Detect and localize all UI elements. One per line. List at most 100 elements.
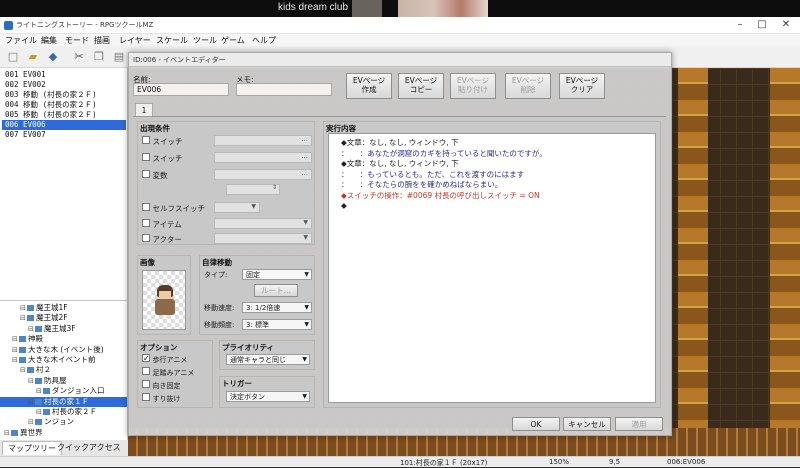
expand-icon[interactable]: ⊟	[36, 386, 43, 396]
save-project-icon[interactable]: ◆	[46, 50, 60, 64]
priority-select[interactable]: 通常キャラと同じ ▼	[226, 354, 310, 365]
ok-button[interactable]: OK	[512, 417, 560, 431]
command-list[interactable]: ◆文章：なし, なし, ウィンドウ, 下： ：あなたが洞窟のカギを持っていると聞…	[328, 133, 656, 403]
ev-page-copy-button[interactable]: EVページ コピー	[398, 73, 444, 99]
new-project-icon[interactable]: □	[6, 50, 20, 64]
menu-game[interactable]: ゲーム	[221, 35, 245, 46]
map-tree-item[interactable]: ⊟ 魔王城3F	[0, 324, 127, 334]
event-list-item[interactable]: 002 EV002	[2, 80, 126, 90]
variable-value-stepper[interactable]: ⇕	[226, 184, 280, 195]
switch1-checkbox[interactable]	[142, 136, 150, 144]
map-tree-item[interactable]: ⊟ 神殿	[0, 334, 127, 344]
direction-fix-checkbox[interactable]	[142, 380, 150, 388]
menu-mode[interactable]: モード	[65, 35, 89, 46]
tab-page-1[interactable]: 1	[135, 103, 153, 116]
through-checkbox[interactable]	[142, 393, 150, 401]
expand-icon[interactable]: ⊟	[28, 417, 35, 427]
map-tree-item[interactable]: ⊟ ダンジョン入口	[0, 386, 127, 396]
paste-icon[interactable]: ▤	[112, 50, 126, 64]
event-list-item[interactable]: 004 移動 (村長の家２Ｆ)	[2, 100, 126, 110]
switch1-select[interactable]: ...	[214, 135, 312, 146]
map-tree-item[interactable]: ⊟ 大きな木イベント前	[0, 355, 127, 365]
menu-draw[interactable]: 描画	[94, 35, 110, 46]
event-list-item[interactable]: 001 EV001	[2, 70, 126, 80]
command-line[interactable]: ◆スイッチの操作：#0069 村長の呼び出しスイッチ = ON	[341, 190, 540, 201]
self-switch-checkbox[interactable]	[142, 203, 150, 211]
command-line[interactable]: ◆文章：なし, なし, ウィンドウ, 下	[341, 158, 459, 169]
expand-icon[interactable]: ⊟	[36, 407, 43, 417]
command-line[interactable]: ： ：そなたらの腕をを確かめねばならまい。	[341, 179, 502, 190]
item-select[interactable]: ▼	[214, 218, 312, 229]
expand-icon[interactable]: ⊟	[28, 397, 35, 407]
cut-icon[interactable]: ✂	[72, 50, 86, 64]
map-tree-item[interactable]: ⊟ 大きな木 (イベント後)	[0, 345, 127, 355]
command-line[interactable]: ： ：もっているとも。ただ、これを渡すのにはます	[341, 169, 524, 180]
expand-icon[interactable]: ⊟	[12, 345, 19, 355]
name-field[interactable]: EV006	[133, 83, 229, 96]
actor-checkbox[interactable]	[142, 234, 150, 242]
event-editor-dialog: ID:006 - イベントエディター 名前: EV006 メモ: EVページ 作成…	[128, 52, 672, 436]
switch1-label: スイッチ	[152, 137, 183, 146]
cancel-button[interactable]: キャンセル	[563, 417, 611, 431]
memo-field[interactable]	[236, 83, 332, 96]
menu-help[interactable]: ヘルプ	[252, 35, 276, 46]
expand-icon[interactable]: ⊟	[12, 334, 19, 344]
command-line[interactable]: ◆	[341, 200, 347, 211]
ev-page-delete-button[interactable]: EVページ 削除	[505, 73, 551, 99]
map-tree-label: 魔王城1F	[36, 303, 68, 312]
menu-scale[interactable]: スケール	[156, 35, 188, 46]
ev-page-clear-button[interactable]: EVページ クリア	[559, 73, 605, 99]
expand-icon[interactable]: ⊟	[12, 355, 19, 365]
variable-select[interactable]: ...	[214, 169, 312, 180]
type-select[interactable]: 固定 ▼	[242, 269, 312, 280]
apply-button[interactable]: 適用	[615, 417, 663, 431]
trigger-select[interactable]: 決定ボタン ▼	[226, 391, 310, 402]
switch2-label: スイッチ	[152, 154, 183, 163]
character-image[interactable]	[142, 270, 186, 330]
item-checkbox[interactable]	[142, 219, 150, 227]
event-list-item-selected[interactable]: 006 EV006	[2, 120, 126, 130]
ev-page-paste-button[interactable]: EVページ 貼り付け	[450, 73, 496, 99]
map-tree-item[interactable]: ⊟ 防具屋	[0, 376, 127, 386]
copy-icon[interactable]: ❐	[92, 50, 106, 64]
event-list-item[interactable]: 007 EV007	[2, 130, 126, 140]
frequency-select[interactable]: 3: 標準 ▼	[242, 319, 312, 330]
minimize-icon[interactable]: –	[730, 19, 750, 31]
expand-icon[interactable]: ⊟	[28, 324, 35, 334]
expand-icon[interactable]: ⊟	[20, 303, 27, 313]
event-list-item[interactable]: 003 移動 (村長の家２Ｆ)	[2, 90, 126, 100]
switch2-checkbox[interactable]	[142, 153, 150, 161]
expand-icon[interactable]: ⊟	[20, 313, 27, 323]
map-tree-item[interactable]: ⊟ 村長の家２Ｆ	[0, 407, 127, 417]
expand-icon[interactable]: ⊟	[20, 365, 27, 375]
expand-icon[interactable]: ⊟	[4, 428, 11, 438]
step-anim-checkbox[interactable]	[142, 367, 150, 375]
map-tree-item[interactable]: ⊟ 魔王城1F	[0, 303, 127, 313]
tab-quick-access[interactable]: クイックアクセス	[52, 441, 126, 455]
open-project-icon[interactable]: ▰	[26, 50, 40, 64]
switch2-select[interactable]: ...	[214, 152, 312, 163]
self-switch-select[interactable]: ▼	[214, 202, 260, 213]
actor-select[interactable]: ▼	[214, 233, 312, 244]
variable-checkbox[interactable]	[142, 170, 150, 178]
menu-file[interactable]: ファイル	[5, 35, 37, 46]
close-icon[interactable]: ✕	[776, 19, 796, 31]
menu-edit[interactable]: 編集	[41, 35, 57, 46]
ev-page-create-button[interactable]: EVページ 作成	[346, 73, 392, 99]
menu-tool[interactable]: ツール	[193, 35, 217, 46]
route-button[interactable]: ルート...	[254, 284, 298, 297]
walk-anim-checkbox[interactable]	[142, 354, 150, 362]
map-tree-item[interactable]: ⊟ ンジョン	[0, 417, 127, 427]
command-line[interactable]: ： ：あなたが洞窟のカギを持っていると聞いたのですが。	[341, 148, 547, 159]
map-tree-item[interactable]: ⊟ 村２	[0, 365, 127, 375]
map-tree-item[interactable]: ⊟ 異世界	[0, 428, 127, 438]
expand-icon[interactable]: ⊟	[28, 376, 35, 386]
maximize-icon[interactable]: □	[752, 19, 772, 31]
map-icon	[27, 315, 34, 322]
map-tree-item-selected[interactable]: ⊟ 村長の家１Ｆ	[0, 396, 127, 407]
speed-select[interactable]: 3: 1/2倍速 ▼	[242, 302, 312, 313]
event-list-item[interactable]: 005 移動 (村長の家２Ｆ)	[2, 110, 126, 120]
command-line[interactable]: ◆文章：なし, なし, ウィンドウ, 下	[341, 137, 459, 148]
menu-layer[interactable]: レイヤー	[119, 35, 151, 46]
map-tree-item[interactable]: ⊟ 魔王城2F	[0, 313, 127, 323]
